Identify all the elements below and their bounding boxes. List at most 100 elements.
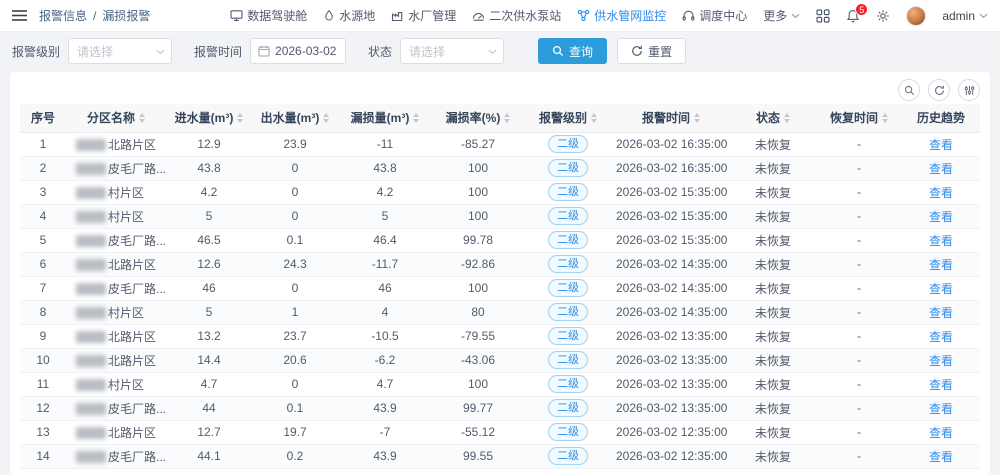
apps-grid-icon (816, 8, 830, 23)
refresh-table-button[interactable] (928, 79, 950, 101)
cell-loss-rate: 99.77 (432, 396, 524, 421)
apps-grid-button[interactable] (816, 8, 830, 23)
cell-inflow: 46 (166, 276, 252, 301)
nav-item-data-cockpit[interactable]: 数据驾驶舱 (230, 7, 307, 24)
partition-name-text: 北路片区 (108, 353, 157, 368)
sort-caret-icon[interactable] (504, 112, 511, 123)
cell-loss-rate: -92.86 (432, 252, 524, 277)
nav-item-dispatch-center[interactable]: 调度中心 (682, 7, 747, 24)
status-select[interactable]: 请选择 (400, 38, 505, 64)
column-header[interactable]: 漏损率(%) (432, 104, 524, 133)
cell-inflow: 12.9 (166, 132, 252, 157)
avatar[interactable] (906, 5, 927, 26)
calendar-icon (258, 45, 270, 57)
column-header[interactable]: 状态 (730, 104, 816, 133)
reset-button[interactable]: 重置 (617, 38, 687, 64)
view-link[interactable]: 查看 (929, 138, 953, 152)
notifications-button[interactable]: 5 (846, 2, 869, 23)
table-row: 1 北路片区 12.9 23.9 -11 -85.27 二级 2026-03-0… (20, 132, 980, 157)
column-header[interactable]: 出水量(m³) (252, 104, 338, 133)
view-link[interactable]: 查看 (929, 162, 953, 176)
column-header[interactable]: 分区名称 (66, 104, 166, 133)
cell-alarm-level: 二级 (524, 180, 612, 205)
table-card: 序号 分区名称 进水量(m³) 出水量(m³) 漏损量(m³) 漏损率(%) 报警级别 报警时… (10, 72, 990, 475)
cell-recovery-time: - (816, 228, 902, 253)
sort-caret-icon[interactable] (413, 112, 420, 123)
column-header[interactable]: 恢复时间 (816, 104, 902, 133)
sort-caret-icon[interactable] (694, 112, 700, 123)
view-link[interactable]: 查看 (929, 258, 953, 272)
sort-caret-icon[interactable] (139, 112, 145, 123)
view-link[interactable]: 查看 (929, 330, 953, 344)
sort-caret-icon[interactable] (323, 112, 330, 123)
view-link[interactable]: 查看 (929, 426, 953, 440)
cell-history-trend: 查看 (902, 156, 980, 181)
view-link[interactable]: 查看 (929, 306, 953, 320)
magnifier-icon (904, 85, 914, 95)
partition-name-text: 皮毛厂路... (108, 161, 166, 176)
sort-caret-icon[interactable] (784, 112, 790, 123)
breadcrumb-current: 漏损报警 (102, 9, 151, 23)
alarm-level-select[interactable]: 请选择 (68, 38, 173, 64)
nav-item-water-source[interactable]: 水源地 (323, 7, 375, 24)
sort-caret-icon[interactable] (237, 112, 244, 123)
filter-alarm-level: 报警级别 请选择 (12, 38, 173, 64)
column-header[interactable]: 进水量(m³) (166, 104, 252, 133)
view-link[interactable]: 查看 (929, 354, 953, 368)
column-header[interactable]: 报警时间 (612, 104, 730, 133)
settings-button[interactable] (876, 9, 890, 23)
view-link[interactable]: 查看 (929, 210, 953, 224)
cell-history-trend: 查看 (902, 444, 980, 469)
view-link[interactable]: 查看 (929, 450, 953, 464)
cell-recovery-time: - (816, 156, 902, 181)
cell-recovery-time: - (816, 324, 902, 349)
cell-partition-name: 皮毛厂路... (66, 276, 166, 301)
column-header[interactable]: 报警级别 (524, 104, 612, 133)
table-row: 14 皮毛厂路... 44.1 0.2 43.9 99.55 二级 2026-0… (20, 444, 980, 469)
cell-alarm-time: 2026-03-02 13:35:00 (612, 348, 730, 373)
cell-status: 未恢复 (730, 396, 816, 421)
nav-item-water-plant[interactable]: 水厂管理 (391, 7, 456, 24)
cell-index: 3 (20, 180, 66, 205)
column-settings-button[interactable] (958, 79, 980, 101)
cell-history-trend: 查看 (902, 276, 980, 301)
network-icon (577, 9, 590, 22)
cell-loss-amount: 43.9 (338, 396, 432, 421)
cell-inflow: 5 (166, 204, 252, 229)
cell-partition-name: 村片区 (66, 204, 166, 229)
cell-outflow: 23.9 (252, 132, 338, 157)
nav-item-more[interactable]: 更多 (763, 7, 800, 24)
cell-index: 13 (20, 420, 66, 445)
cell-index: 11 (20, 372, 66, 397)
sort-caret-icon[interactable] (591, 112, 597, 123)
nav-item-pump-station[interactable]: 二次供水泵站 (472, 7, 561, 24)
cell-inflow: 4.2 (166, 180, 252, 205)
cell-loss-amount: 46.4 (338, 228, 432, 253)
breadcrumb-parent[interactable]: 报警信息 (39, 7, 87, 24)
app-root: 报警信息 / 漏损报警 数据驾驶舱 水源地 水厂管理 二次供水泵站 供水管网监控… (0, 0, 1000, 475)
table-row: 2 皮毛厂路... 43.8 0 43.8 100 二级 2026-03-02 … (20, 156, 980, 181)
column-header[interactable]: 漏损量(m³) (338, 104, 432, 133)
view-link[interactable]: 查看 (929, 234, 953, 248)
menu-toggle-icon[interactable] (12, 9, 27, 22)
view-link[interactable]: 查看 (929, 282, 953, 296)
water-drop-icon (323, 9, 335, 22)
alarm-time-input[interactable]: 2026-03-02 (250, 38, 347, 64)
search-button[interactable]: 查询 (538, 38, 608, 64)
cell-loss-rate: 100 (432, 180, 524, 205)
nav-label: 供水管网监控 (594, 9, 667, 23)
masked-text-blur (76, 210, 106, 223)
cell-outflow: 0.2 (252, 444, 338, 469)
topbar: 报警信息 / 漏损报警 数据驾驶舱 水源地 水厂管理 二次供水泵站 供水管网监控… (0, 0, 1000, 32)
nav-item-pipe-network[interactable]: 供水管网监控 (577, 7, 666, 24)
cell-index: 10 (20, 348, 66, 373)
view-link[interactable]: 查看 (929, 402, 953, 416)
alarm-level-badge: 二级 (548, 231, 588, 249)
view-link[interactable]: 查看 (929, 378, 953, 392)
cell-loss-rate: 99.78 (432, 228, 524, 253)
user-menu[interactable]: admin (942, 9, 988, 23)
cell-loss-rate: -79.55 (432, 324, 524, 349)
sort-caret-icon[interactable] (882, 112, 888, 123)
zoom-button[interactable] (898, 79, 920, 101)
view-link[interactable]: 查看 (929, 186, 953, 200)
